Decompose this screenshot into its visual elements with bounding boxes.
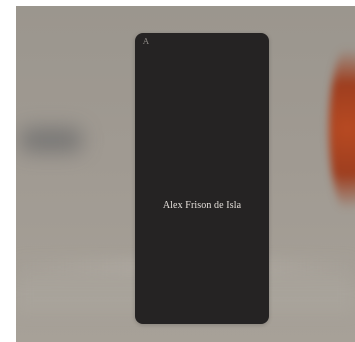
blurred-orange-shape <box>329 34 355 224</box>
phone-preview-card[interactable]: A Alex Frison de Isla <box>135 33 269 324</box>
blurred-background-text <box>20 128 82 152</box>
contact-details <box>175 248 229 260</box>
contact-line <box>175 256 229 260</box>
site-logo-mark[interactable]: A <box>143 38 149 46</box>
profile-name: Alex Frison de Isla <box>162 200 242 211</box>
blurred-background-page: A Alex Frison de Isla <box>16 6 355 342</box>
